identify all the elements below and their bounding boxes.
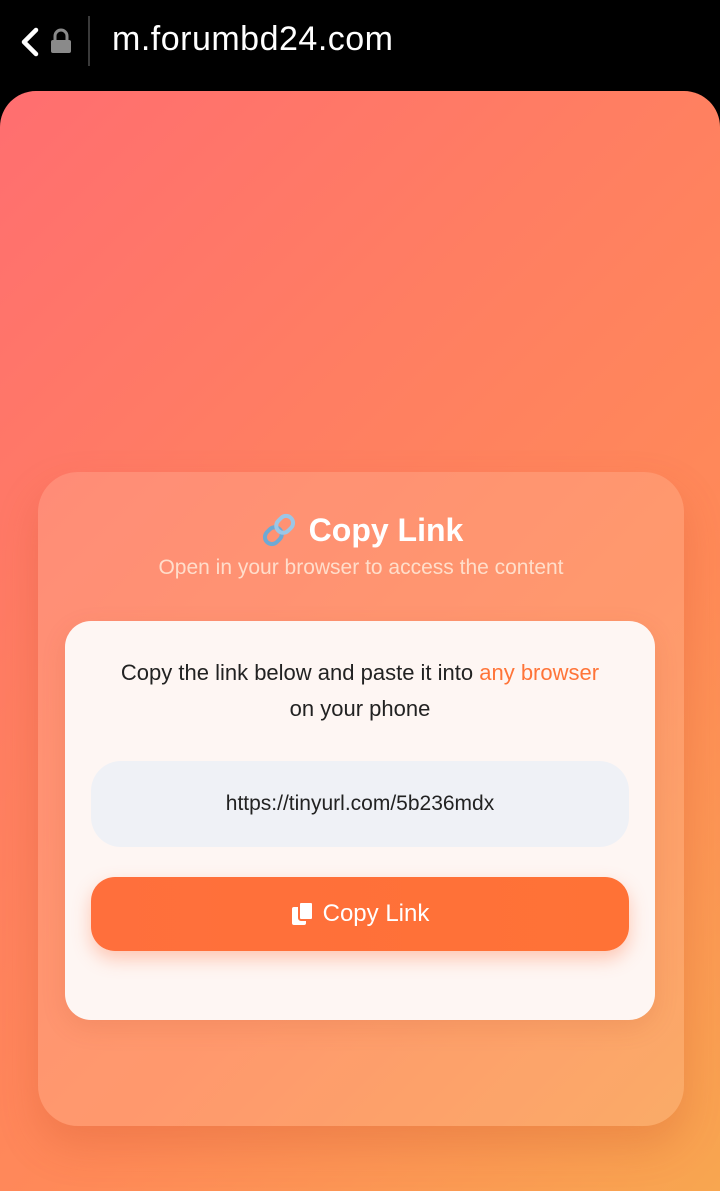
back-button[interactable] [14, 22, 46, 62]
copy-link-button-label: Copy Link [322, 900, 430, 927]
instruction-accent: any browser [479, 660, 600, 685]
copy-icon [291, 901, 314, 925]
url-divider [88, 16, 90, 66]
inner-panel: Copy the link below and paste it into an… [65, 621, 655, 1020]
instruction-tail: on your phone [289, 696, 431, 721]
url-text[interactable]: m.forumbd24.com [112, 20, 394, 59]
lock-icon [51, 28, 71, 53]
page-background: Copy Link Open in your browser to access… [0, 91, 720, 1191]
card-subtitle: Open in your browser to access the conte… [158, 556, 564, 579]
card-header: Copy Link [38, 510, 684, 550]
instruction-lead: Copy the link below and paste it into [120, 660, 480, 685]
browser-top-bar: m.forumbd24.com [0, 0, 720, 90]
chevron-left-icon [21, 27, 39, 57]
link-icon [262, 513, 295, 547]
copy-link-button[interactable]: Copy Link [91, 877, 629, 951]
copy-link-card: Copy Link Open in your browser to access… [38, 472, 684, 1126]
instruction-text: Copy the link below and paste it into an… [85, 655, 635, 727]
card-title: Copy Link [308, 511, 464, 548]
link-display[interactable]: https://tinyurl.com/5b236mdx [91, 761, 629, 847]
